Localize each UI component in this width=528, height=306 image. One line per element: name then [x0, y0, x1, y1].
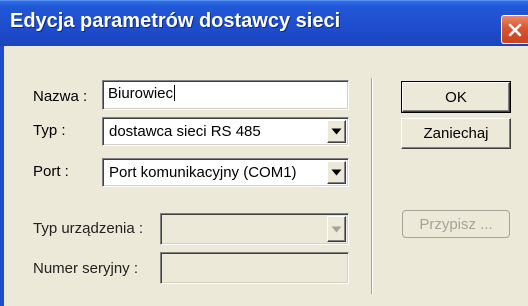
close-icon — [507, 22, 523, 38]
name-input[interactable]: Biurowiec — [102, 80, 349, 110]
ok-button[interactable]: OK — [401, 81, 511, 113]
device-type-select[interactable] — [160, 213, 349, 245]
chevron-down-icon — [331, 169, 342, 176]
port-select-value: Port komunikacyjny (COM1) — [109, 164, 297, 181]
vertical-separator — [371, 78, 373, 294]
dialog-window: Edycja parametrów dostawcy sieci Nazwa :… — [0, 0, 528, 306]
type-select-value: dostawca sieci RS 485 — [109, 123, 261, 140]
text-caret — [174, 85, 176, 101]
ok-button-label: OK — [445, 88, 467, 106]
assign-button-label: Przypisz ... — [419, 215, 493, 233]
port-label: Port : — [33, 163, 69, 180]
chevron-down-icon — [331, 128, 342, 135]
assign-button[interactable]: Przypisz ... — [402, 210, 510, 238]
serial-input[interactable] — [160, 252, 349, 284]
type-label: Typ : — [33, 122, 66, 139]
name-label: Nazwa : — [33, 88, 88, 105]
device-type-label: Typ urządzenia : — [33, 220, 144, 237]
serial-label: Numer seryjny : — [33, 260, 139, 277]
name-input-value: Biurowiec — [108, 85, 174, 102]
chevron-down-icon — [331, 226, 342, 232]
title-bar[interactable]: Edycja parametrów dostawcy sieci — [0, 0, 528, 46]
close-button[interactable] — [501, 15, 528, 44]
port-dropdown-button[interactable] — [327, 161, 346, 184]
type-select[interactable]: dostawca sieci RS 485 — [102, 117, 349, 146]
device-type-dropdown-button[interactable] — [327, 216, 346, 242]
cancel-button-label: Zaniechaj — [423, 125, 489, 142]
port-select[interactable]: Port komunikacyjny (COM1) — [102, 158, 349, 187]
type-dropdown-button[interactable] — [327, 120, 346, 143]
cancel-button[interactable]: Zaniechaj — [401, 118, 511, 149]
window-title: Edycja parametrów dostawcy sieci — [10, 10, 341, 32]
window-frame-left — [0, 46, 4, 306]
